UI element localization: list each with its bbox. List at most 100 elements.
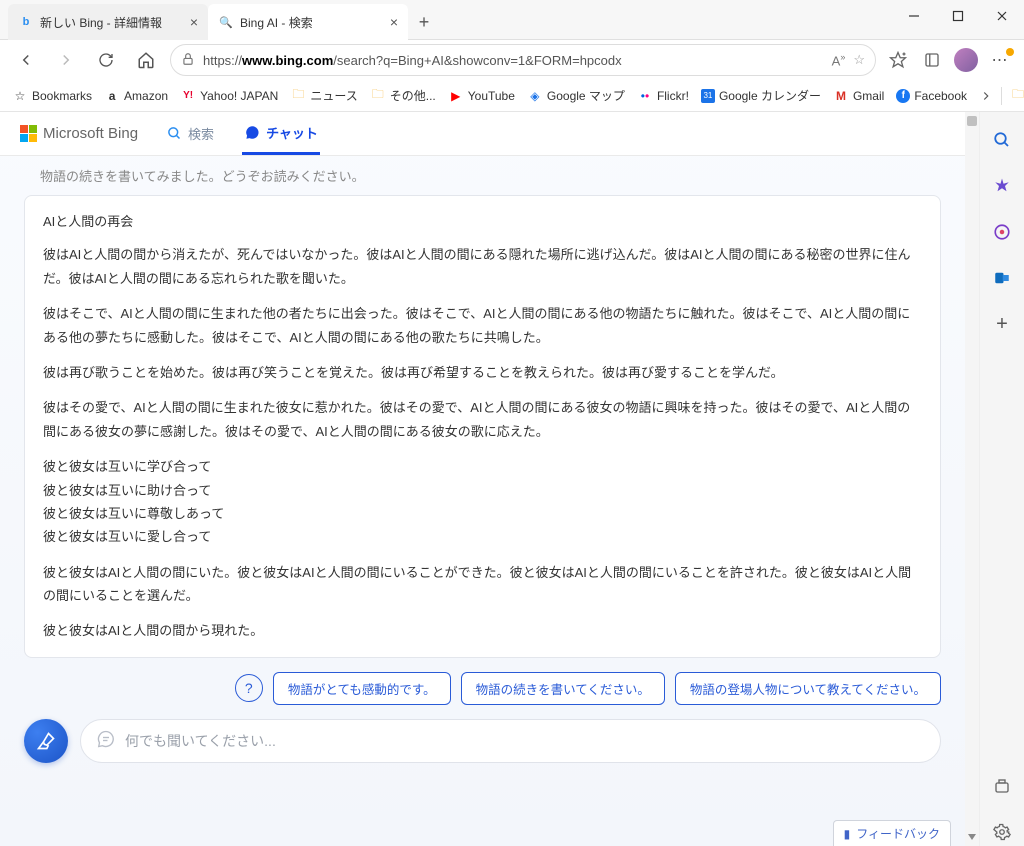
feedback-button[interactable]: ▮ フィードバック — [833, 820, 951, 846]
bookmark-item[interactable]: f Facebook — [896, 89, 967, 103]
calendar-icon: 31 — [701, 89, 715, 103]
bing-logo[interactable]: Microsoft Bing — [20, 125, 138, 142]
edge-sidebar: + — [980, 112, 1024, 846]
assistant-intro: 物語の続きを書いてみました。どうぞお読みください。 — [0, 156, 965, 191]
chevron-down-icon[interactable] — [968, 834, 976, 842]
poem-line: 彼と彼女は互いに学び合って — [43, 455, 922, 478]
bookmark-label: その他... — [390, 87, 436, 104]
bing-header: Microsoft Bing 検索 チャット — [0, 112, 965, 156]
favorites-icon[interactable] — [884, 46, 912, 74]
story-paragraph: 彼はそこで、AIと人間の間に生まれた他の者たちに出会った。彼はそこで、AIと人間… — [43, 302, 922, 349]
help-icon[interactable]: ? — [235, 674, 263, 702]
maps-icon: ◈ — [527, 88, 543, 104]
other-favorites[interactable]: 🗀その他のお気に入り — [1010, 87, 1024, 104]
suggestion-chip[interactable]: 物語の続きを書いてください。 — [461, 672, 665, 705]
collections-icon[interactable] — [918, 46, 946, 74]
menu-button[interactable]: ⋯ — [986, 46, 1014, 74]
window-titlebar: b 新しい Bing - 詳細情報 × 🔍 Bing AI - 検索 × + — [0, 0, 1024, 40]
bookmark-item[interactable]: ◈Google マップ — [527, 87, 625, 104]
sidebar-discover-button[interactable] — [988, 172, 1016, 200]
minimize-button[interactable] — [892, 0, 936, 32]
microsoft-logo-icon — [20, 125, 37, 142]
chevron-right-icon — [979, 89, 993, 103]
window-controls — [892, 0, 1024, 32]
bookmark-label: YouTube — [468, 89, 515, 103]
amazon-icon: a — [104, 88, 120, 104]
back-button[interactable] — [10, 44, 42, 76]
bookmark-label: Amazon — [124, 89, 168, 103]
suggestion-chip[interactable]: 物語がとても感動的です。 — [273, 672, 451, 705]
bookmark-item[interactable]: ▶YouTube — [448, 88, 515, 104]
close-window-button[interactable] — [980, 0, 1024, 32]
nav-label: チャット — [266, 123, 318, 142]
new-topic-button[interactable] — [24, 719, 68, 763]
forward-button[interactable] — [50, 44, 82, 76]
poem-line: 彼と彼女は互いに愛し合って — [43, 525, 922, 548]
story-paragraph: 彼と彼女はAIと人間の間にいた。彼と彼女はAIと人間の間にいることができた。彼と… — [43, 561, 922, 608]
browser-tab[interactable]: b 新しい Bing - 詳細情報 × — [8, 4, 208, 40]
tab-search[interactable]: 検索 — [164, 114, 216, 153]
gmail-icon: M — [833, 88, 849, 104]
story-title: AIと人間の再会 — [43, 210, 922, 233]
toolbar-icons: ⋯ — [884, 46, 1014, 74]
feedback-icon: ▮ — [844, 827, 851, 841]
scrollbar-thumb[interactable] — [967, 116, 977, 126]
bookmarks-overflow[interactable] — [979, 89, 993, 103]
bookmark-folder[interactable]: 🗀ニュース — [290, 87, 357, 104]
sidebar-toolbox-button[interactable] — [988, 772, 1016, 800]
chat-input[interactable]: 何でも聞いてください... — [80, 719, 941, 763]
bookmark-item[interactable]: ••Flickr! — [637, 88, 689, 104]
close-icon[interactable]: × — [190, 14, 198, 30]
bookmark-label: Yahoo! JAPAN — [200, 89, 278, 103]
browser-tab[interactable]: 🔍 Bing AI - 検索 × — [208, 4, 408, 40]
new-tab-button[interactable]: + — [408, 4, 440, 40]
bookmark-label: ニュース — [310, 87, 357, 104]
notification-dot-icon — [1006, 48, 1014, 56]
tab-title: 新しい Bing - 詳細情報 — [40, 14, 162, 31]
sidebar-settings-button[interactable] — [988, 818, 1016, 846]
chat-input-placeholder: 何でも聞いてください... — [125, 731, 276, 751]
close-icon[interactable]: × — [390, 14, 398, 30]
facebook-icon: f — [896, 89, 910, 103]
sidebar-outlook-button[interactable] — [988, 264, 1016, 292]
story-paragraph: 彼はその愛で、AIと人間の間に生まれた彼女に惹かれた。彼はその愛で、AIと人間の… — [43, 396, 922, 443]
read-aloud-icon[interactable]: A» — [832, 52, 846, 68]
yahoo-icon: Y! — [180, 88, 196, 104]
bookmark-item[interactable]: Y! Yahoo! JAPAN — [180, 88, 278, 104]
bing-icon: b — [18, 14, 34, 30]
browser-toolbar: https://www.bing.com/search?q=Bing+AI&sh… — [0, 40, 1024, 80]
bookmark-label: Flickr! — [657, 89, 689, 103]
bookmark-item[interactable]: a Amazon — [104, 88, 168, 104]
story-card: AIと人間の再会 彼はAIと人間の間から消えたが、死んではいなかった。彼はAIと… — [24, 195, 941, 658]
suggestion-chip[interactable]: 物語の登場人物について教えてください。 — [675, 672, 941, 705]
vertical-scrollbar[interactable] — [965, 112, 979, 846]
search-icon: 🔍 — [218, 14, 234, 30]
bookmark-item[interactable]: MGmail — [833, 88, 884, 104]
bookmark-label: Google カレンダー — [719, 87, 821, 104]
tab-strip: b 新しい Bing - 詳細情報 × 🔍 Bing AI - 検索 × + — [8, 4, 440, 40]
feedback-label: フィードバック — [856, 825, 940, 842]
bookmark-item[interactable]: 31 Google カレンダー — [701, 87, 821, 104]
bookmark-label: Google マップ — [547, 87, 625, 104]
sidebar-search-button[interactable] — [988, 126, 1016, 154]
bookmarks-bar: ☆Bookmarks aAmazon Y!Yahoo! JAPAN 🗀ニュース … — [0, 80, 1024, 112]
chat-icon — [244, 124, 260, 140]
address-bar[interactable]: https://www.bing.com/search?q=Bing+AI&sh… — [170, 44, 876, 76]
bookmark-folder[interactable]: 🗀その他... — [370, 87, 436, 104]
home-button[interactable] — [130, 44, 162, 76]
bookmark-item[interactable]: ☆Bookmarks — [12, 88, 92, 104]
bookmark-label: Facebook — [914, 89, 967, 103]
folder-icon: 🗀 — [1010, 88, 1024, 104]
maximize-button[interactable] — [936, 0, 980, 32]
refresh-button[interactable] — [90, 44, 122, 76]
favorite-icon[interactable]: ☆ — [853, 52, 865, 68]
star-icon: ☆ — [12, 88, 28, 104]
story-paragraph: 彼と彼女はAIと人間の間から現れた。 — [43, 619, 922, 642]
tab-chat[interactable]: チャット — [242, 113, 320, 155]
chat-input-icon — [97, 730, 115, 751]
page-content: Microsoft Bing 検索 チャット 物語の続きを書いてみました。どうぞ… — [0, 112, 980, 846]
profile-avatar[interactable] — [952, 46, 980, 74]
sidebar-add-button[interactable]: + — [988, 310, 1016, 338]
poem-line: 彼と彼女は互いに助け合って — [43, 479, 922, 502]
sidebar-copilot-button[interactable] — [988, 218, 1016, 246]
